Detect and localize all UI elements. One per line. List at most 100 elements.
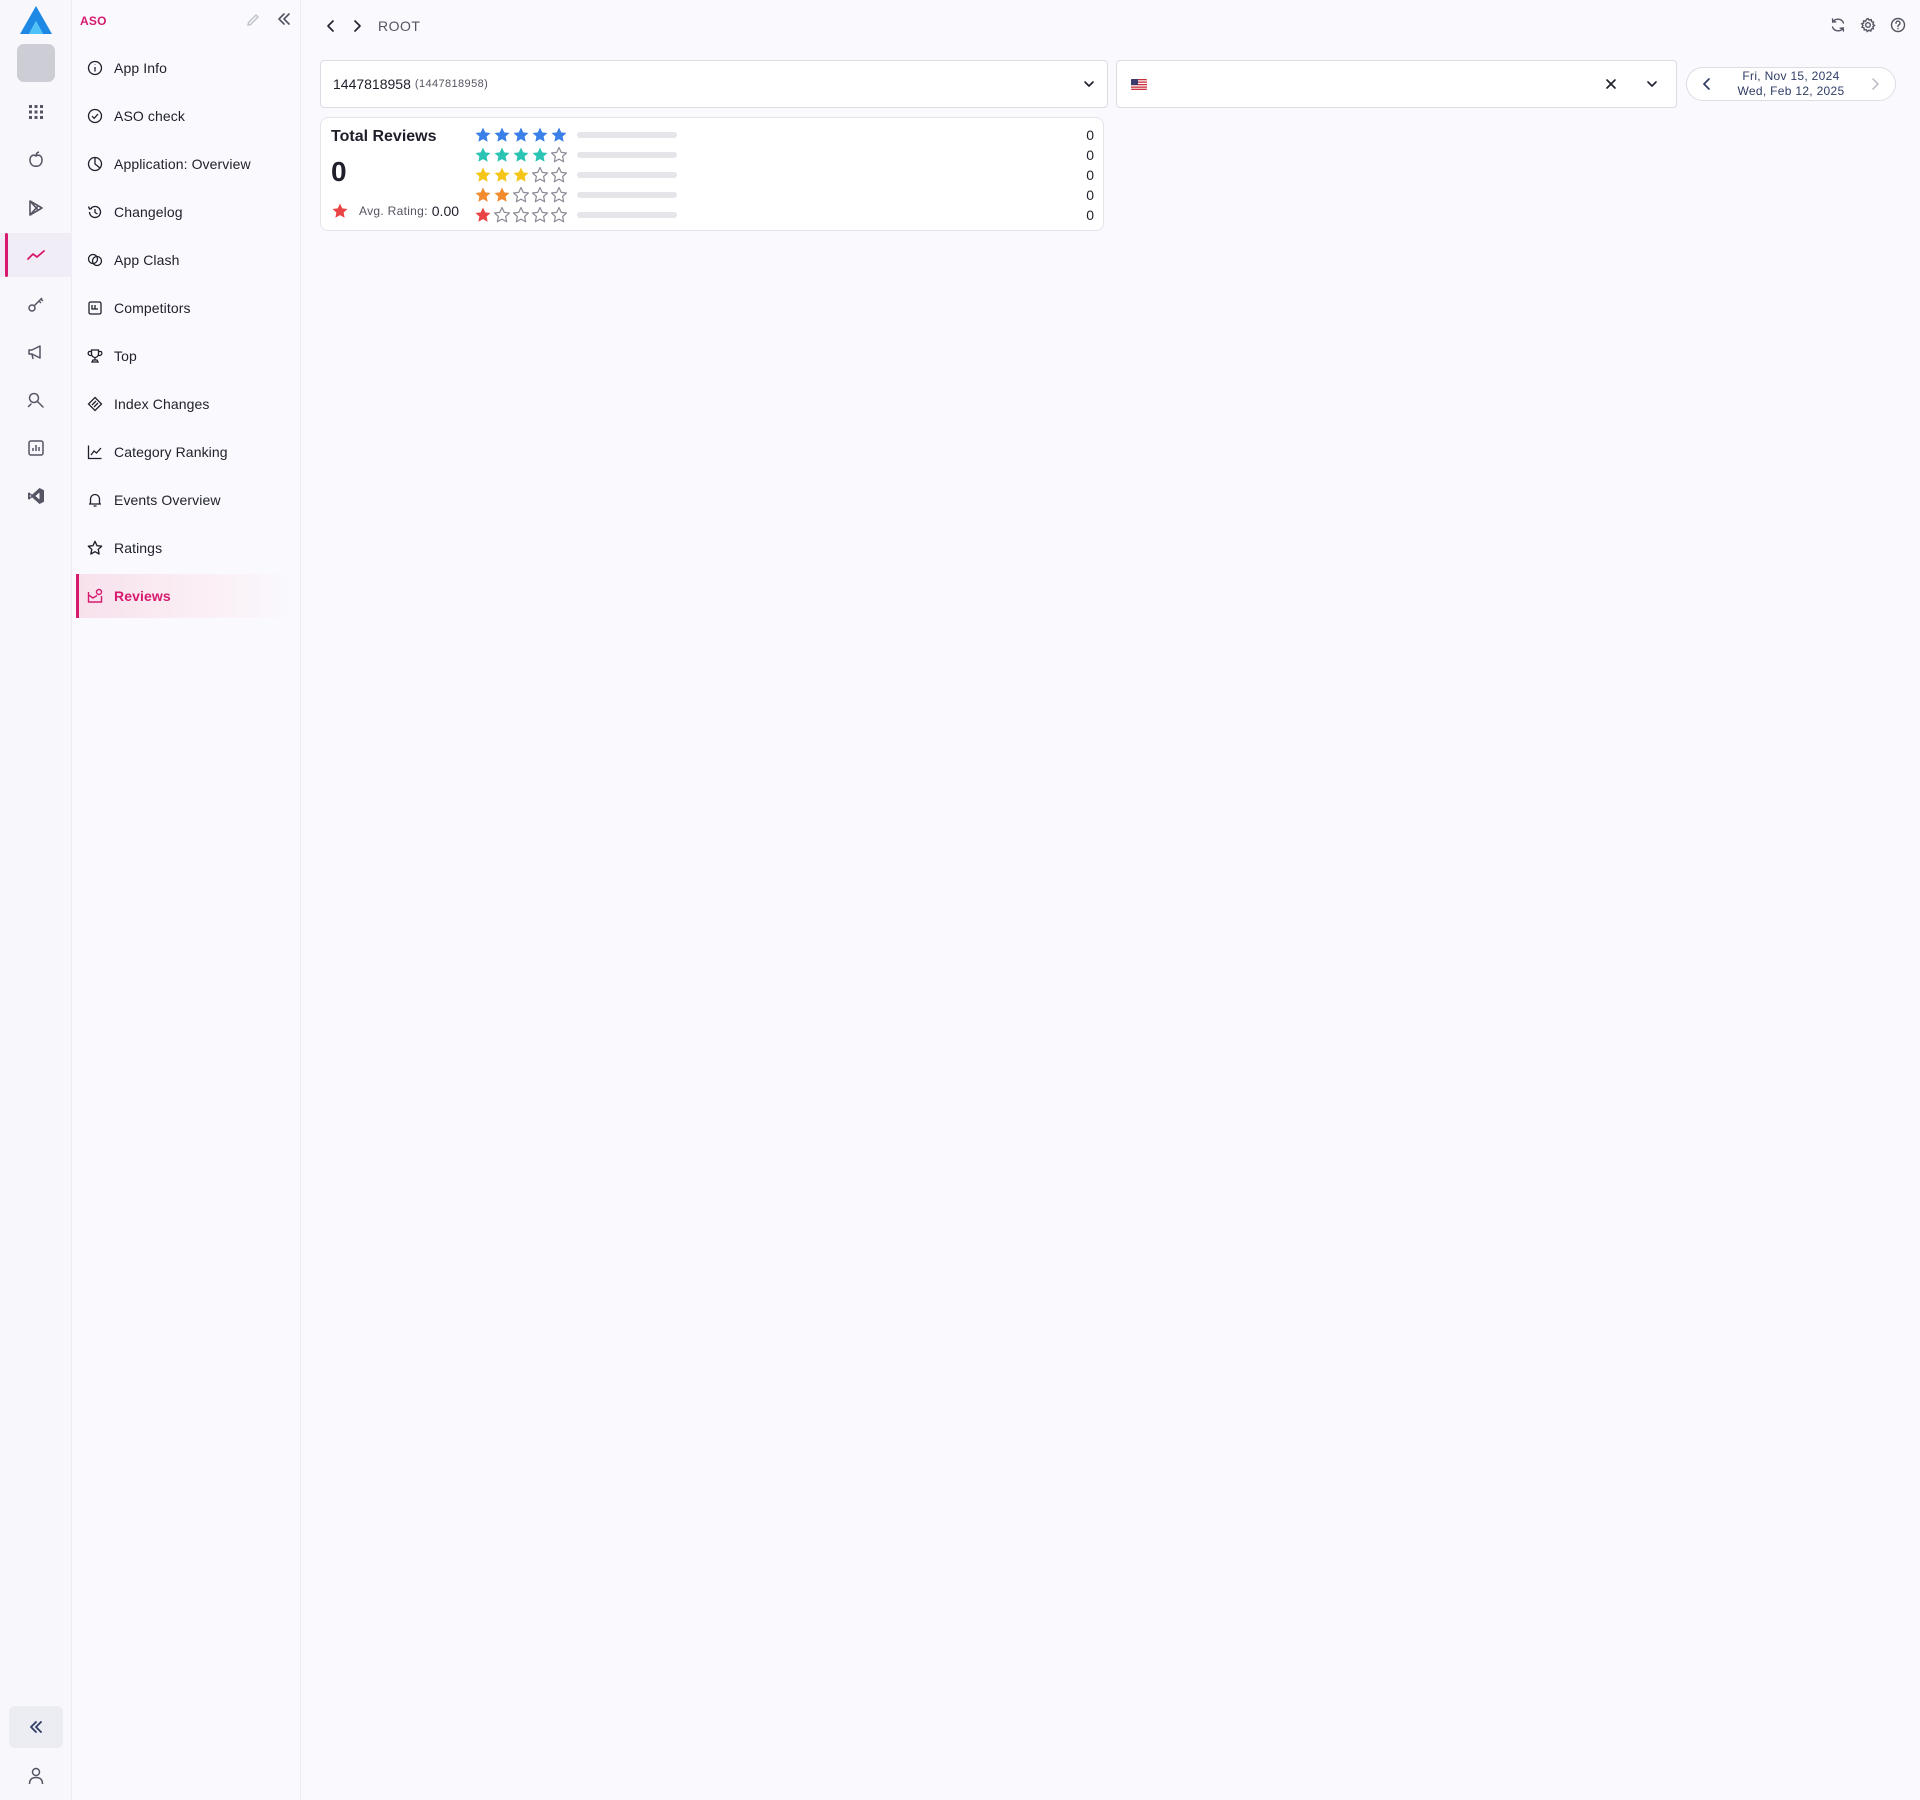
rating-bar [577, 132, 677, 138]
rating-count: 0 [1086, 167, 1094, 183]
sidebar-item-label: Application: Overview [114, 156, 251, 172]
settings-icon[interactable] [1858, 14, 1878, 36]
rating-row-4: 0 [474, 145, 1094, 165]
sidebar-item-label: App Info [114, 60, 167, 76]
rating-row-3: 0 [474, 165, 1094, 185]
chevron-down-icon [1642, 80, 1662, 88]
chevron-left-icon [326, 20, 336, 32]
app-id-subtitle: (1447818958) [414, 78, 489, 90]
clear-country-button[interactable] [1596, 69, 1626, 99]
rating-bar [577, 172, 677, 178]
country-select[interactable] [1116, 60, 1677, 108]
google-play-icon[interactable] [0, 186, 72, 230]
app-logo-icon[interactable] [19, 5, 53, 35]
star-outline-icon [550, 146, 568, 163]
competitors-icon [86, 299, 104, 317]
date-next-button[interactable] [1865, 72, 1885, 96]
sidebar-item-aso-check[interactable]: ASO check [76, 94, 292, 138]
double-chevron-left-icon[interactable] [277, 13, 291, 25]
sidebar-item-label: Reviews [114, 588, 171, 604]
help-icon[interactable] [1888, 14, 1908, 36]
sidebar-item-ratings[interactable]: Ratings [76, 526, 292, 570]
top-actions [1828, 14, 1908, 36]
sidebar-item-top[interactable]: Top [76, 334, 292, 378]
star-rating [474, 146, 568, 164]
card-title: Total Reviews [331, 128, 437, 145]
star-filled-icon [551, 127, 567, 142]
pencil-icon[interactable] [246, 13, 260, 27]
star-filled-icon [475, 207, 491, 222]
star-outline-icon [550, 186, 568, 203]
star-rating [474, 206, 568, 224]
apple-icon[interactable] [0, 138, 72, 182]
sidebar-item-changelog[interactable]: Changelog [76, 190, 292, 234]
sidebar-item-label: App Clash [114, 252, 180, 268]
sidebar-item-category-ranking[interactable]: Category Ranking [76, 430, 292, 474]
star-outline-icon [550, 206, 568, 223]
refresh-icon[interactable] [1828, 14, 1848, 36]
report-icon[interactable] [0, 426, 72, 470]
app-id-value: 1447818958 [333, 76, 411, 92]
date-end: Wed, Feb 12, 2025 [1737, 84, 1845, 98]
trend-icon[interactable] [0, 233, 72, 277]
star-outline-icon [531, 186, 549, 203]
date-range-label[interactable]: Fri, Nov 15, 2024 Wed, Feb 12, 2025 [1738, 69, 1845, 99]
chevron-right-icon [352, 20, 362, 32]
sidebar-item-app-info[interactable]: App Info [76, 46, 292, 90]
sidebar-item-label: ASO check [114, 108, 185, 124]
rating-count: 0 [1086, 187, 1094, 203]
date-start: Fri, Nov 15, 2024 [1742, 69, 1840, 83]
key-icon[interactable] [0, 282, 72, 326]
sidebar-item-label: Events Overview [114, 492, 221, 508]
sidebar-item-label: Competitors [114, 300, 191, 316]
avg-rating-label: Avg. Rating: [359, 204, 428, 218]
reviews-icon [86, 587, 104, 605]
date-range-picker[interactable]: Fri, Nov 15, 2024 Wed, Feb 12, 2025 [1686, 67, 1896, 101]
pie-chart-icon [86, 155, 104, 173]
star-filled-icon [475, 167, 491, 182]
star-filled-icon [475, 187, 491, 202]
sidebar-item-events-overview[interactable]: Events Overview [76, 478, 292, 522]
megaphone-icon[interactable] [0, 330, 72, 374]
star-outline-icon [550, 166, 568, 183]
user-icon[interactable] [18, 1762, 54, 1790]
rating-row-5: 0 [474, 125, 1094, 145]
back-button[interactable] [318, 14, 344, 38]
aso-sidebar: ASO App Info ASO check Application: Over… [72, 0, 301, 1800]
rating-count: 0 [1086, 147, 1094, 163]
date-prev-button[interactable] [1697, 72, 1717, 96]
sidebar-item-reviews[interactable]: Reviews [76, 574, 292, 618]
chevron-left-icon [1702, 78, 1712, 90]
star-filled-icon [513, 147, 529, 162]
star-outline-icon [512, 186, 530, 203]
sidebar-item-app-clash[interactable]: App Clash [76, 238, 292, 282]
app-avatar[interactable] [17, 44, 55, 82]
star-outline-icon [531, 166, 549, 183]
avg-rating-value: 0.00 [431, 203, 460, 219]
rating-row-2: 0 [474, 185, 1094, 205]
trophy-icon [86, 347, 104, 365]
forward-button[interactable] [344, 14, 370, 38]
star-outline-icon [531, 206, 549, 223]
star-filled-icon [494, 127, 510, 142]
rail-collapse-button[interactable] [9, 1706, 63, 1748]
sidebar-item-index-changes[interactable]: Index Changes [76, 382, 292, 426]
search-tools-icon[interactable] [0, 378, 72, 422]
clash-icon [86, 251, 104, 269]
rating-bar [577, 192, 677, 198]
app-select[interactable]: 1447818958 (1447818958) [320, 60, 1108, 108]
line-chart-icon [86, 443, 104, 461]
total-reviews-count: 0 [331, 156, 347, 187]
rating-row-1: 0 [474, 205, 1094, 225]
sidebar-item-application-overview[interactable]: Application: Overview [76, 142, 292, 186]
vscode-icon[interactable] [0, 474, 72, 518]
star-filled-icon [494, 187, 510, 202]
rating-count: 0 [1086, 127, 1094, 143]
breadcrumb[interactable]: ROOT [378, 18, 420, 34]
sidebar-item-competitors[interactable]: Competitors [76, 286, 292, 330]
sidebar-item-label: Top [114, 348, 137, 364]
double-chevron-left-icon [29, 1721, 43, 1733]
check-circle-icon [86, 107, 104, 125]
chevron-right-icon [1870, 78, 1880, 90]
apps-grid-icon[interactable] [0, 90, 72, 134]
